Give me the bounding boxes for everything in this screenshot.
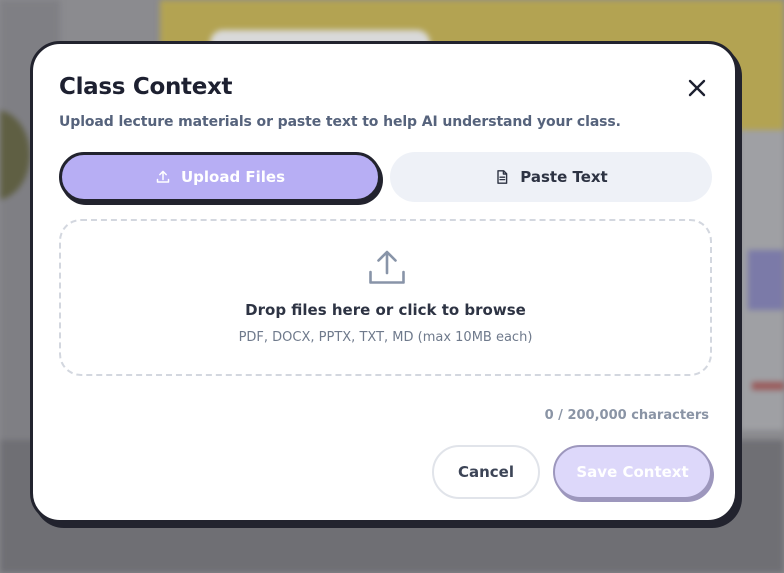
file-dropzone[interactable]: Drop files here or click to browse PDF, …: [59, 219, 712, 376]
tab-paste-text[interactable]: Paste Text: [390, 152, 712, 202]
save-context-button[interactable]: Save Context: [553, 445, 712, 499]
modal-subtitle: Upload lecture materials or paste text t…: [59, 114, 621, 130]
document-icon: [494, 169, 510, 185]
dropzone-title: Drop files here or click to browse: [245, 301, 526, 319]
dropzone-subtitle: PDF, DOCX, PPTX, TXT, MD (max 10MB each): [238, 330, 533, 345]
modal-title: Class Context: [59, 74, 233, 100]
background-right-accent: [752, 382, 784, 390]
upload-icon: [155, 169, 171, 185]
class-context-modal: Class Context Upload lecture materials o…: [30, 41, 738, 523]
tab-upload-files-label: Upload Files: [180, 168, 286, 186]
close-icon: [688, 79, 706, 97]
character-count: 0 / 200,000 characters: [544, 408, 709, 423]
close-button[interactable]: [683, 74, 711, 102]
tab-paste-text-label: Paste Text: [520, 168, 608, 186]
upload-icon: [369, 250, 405, 284]
cancel-button[interactable]: Cancel: [432, 445, 540, 499]
background-right-mark: [748, 250, 784, 310]
tab-upload-files[interactable]: Upload Files: [59, 152, 381, 202]
